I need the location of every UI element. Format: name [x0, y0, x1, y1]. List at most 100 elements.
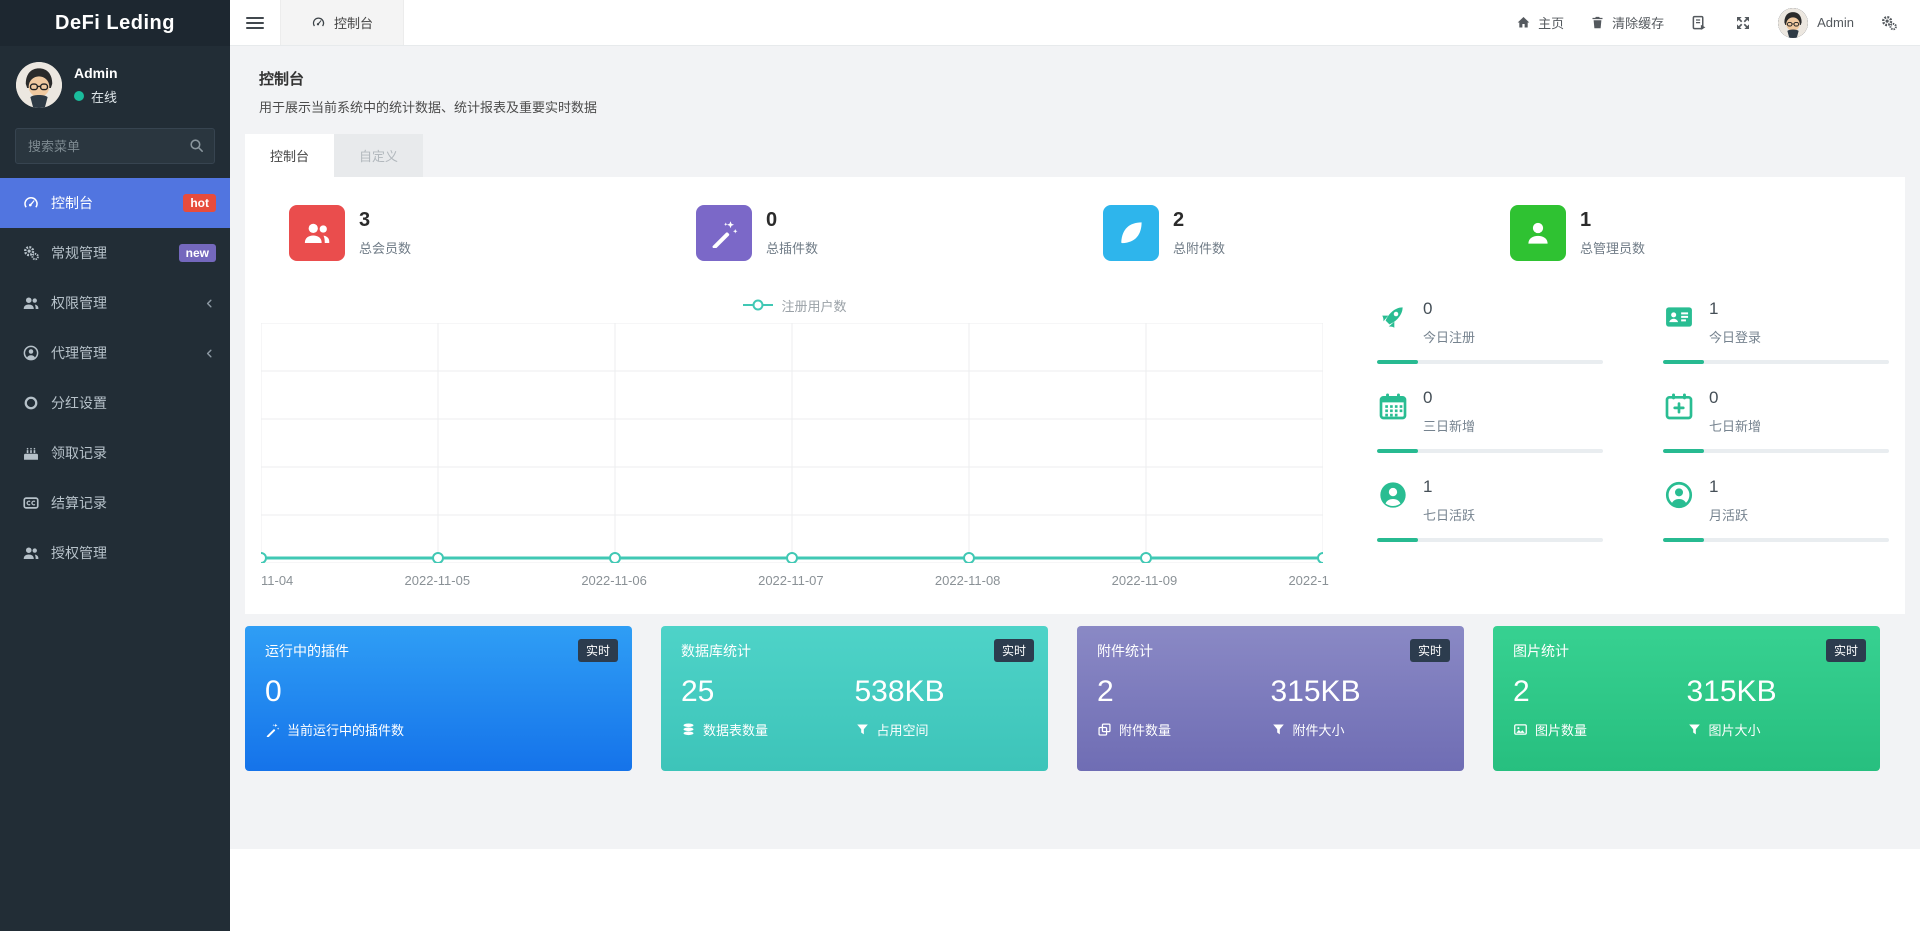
- mini-stat-month-active: 1 月活跃: [1663, 477, 1889, 542]
- stat-card-admins: 1 总管理员数: [1482, 205, 1889, 261]
- sidebar-nav: 控制台 hot 常规管理 new 权限管理 代理管理 分红设置 领取记录 结算记…: [0, 178, 230, 578]
- stat-card-plugins: 0 总插件数: [668, 205, 1075, 261]
- card-title: 图片统计: [1513, 643, 1569, 659]
- mini-label: 七日新增: [1709, 419, 1762, 434]
- sidebar-item-general[interactable]: 常规管理 new: [0, 228, 230, 278]
- legend-label: 注册用户数: [781, 298, 847, 314]
- card-footer-label: 当前运行中的插件数: [287, 723, 405, 738]
- settings-gears-icon[interactable]: [1880, 14, 1898, 32]
- user-avatar[interactable]: [16, 62, 62, 108]
- realtime-badge: 实时: [1825, 639, 1866, 662]
- avatar: [1778, 7, 1809, 38]
- new-badge: new: [178, 243, 216, 263]
- mini-value: 1: [1423, 477, 1433, 496]
- sidebar-toggle-button[interactable]: [230, 0, 280, 45]
- chevron-left-icon: [203, 347, 216, 360]
- topbar-tab-label: 控制台: [334, 16, 374, 31]
- card-big-value: 0: [265, 675, 282, 708]
- stat-value: 1: [1580, 209, 1592, 231]
- mini-label: 月活跃: [1709, 508, 1749, 523]
- card-title: 运行中的插件: [265, 643, 349, 659]
- image-icon: [1513, 722, 1528, 737]
- card-title: 数据库统计: [681, 643, 751, 659]
- tab-dashboard[interactable]: 控制台: [245, 134, 335, 177]
- card-footer-label: 附件数量: [1119, 723, 1172, 738]
- gauge-icon: [22, 194, 40, 212]
- stat-card-attachments: 2 总附件数: [1075, 205, 1482, 261]
- admin-menu[interactable]: Admin: [1778, 7, 1854, 38]
- realtime-badge: 实时: [1409, 639, 1450, 662]
- realtime-badge: 实时: [577, 639, 618, 662]
- mini-value: 0: [1423, 388, 1433, 407]
- magic-wand-icon: [265, 722, 280, 737]
- app-root: DeFi Leding Admin 在线 控制台 hot: [0, 0, 1920, 931]
- user-name: Admin: [74, 64, 118, 81]
- brand-logo[interactable]: DeFi Leding: [0, 0, 230, 46]
- sidebar-search: [15, 128, 215, 164]
- card-big-value: 25: [681, 675, 715, 708]
- mini-label: 今日注册: [1423, 330, 1476, 345]
- sidebar-item-authorization[interactable]: 授权管理: [0, 528, 230, 578]
- sidebar-item-label: 分红设置: [51, 395, 107, 411]
- user-icon: [1510, 205, 1566, 261]
- topbar-tab-dashboard[interactable]: 控制台: [280, 0, 405, 45]
- progress-bar: [1377, 538, 1603, 542]
- user-circle-icon: [22, 344, 40, 362]
- topbar: 控制台 主页 清除缓存 Admin: [230, 0, 1920, 46]
- menu-search-input[interactable]: [15, 128, 215, 164]
- users-icon: [22, 294, 40, 312]
- id-card-icon: [1663, 301, 1695, 333]
- content-tabs: 控制台 自定义: [245, 134, 1905, 177]
- main-area: 控制台 主页 清除缓存 Admin 控制台 用于展示当前系统中的统计数据、统计报…: [230, 0, 1920, 931]
- stat-value: 3: [359, 209, 371, 231]
- chart-legend[interactable]: 注册用户数: [261, 295, 1329, 315]
- sidebar-item-dashboard[interactable]: 控制台 hot: [0, 178, 230, 228]
- page-subtitle: 用于展示当前系统中的统计数据、统计报表及重要实时数据: [259, 100, 598, 115]
- mini-stats-grid: 0 今日注册 1 今日登录 0 三日新增 0 七日新增 1 七日活跃 1 月活跃: [1329, 295, 1889, 588]
- user-status: 在线: [74, 87, 118, 106]
- sidebar-item-settlement[interactable]: 结算记录: [0, 478, 230, 528]
- online-dot-icon: [74, 91, 84, 101]
- card-footer-label: 数据表数量: [703, 723, 769, 738]
- sidebar-item-permissions[interactable]: 权限管理: [0, 278, 230, 328]
- search-icon[interactable]: [188, 137, 205, 154]
- funnel-icon: [855, 722, 870, 737]
- stat-value: 0: [766, 209, 778, 231]
- home-link[interactable]: 主页: [1516, 13, 1564, 32]
- trash-icon: [1590, 15, 1605, 30]
- stat-value: 2: [1173, 209, 1185, 231]
- realtime-badge: 实时: [993, 639, 1034, 662]
- admin-username: Admin: [1817, 15, 1854, 30]
- x-axis-tick: 2022-11-06: [581, 573, 647, 588]
- mini-label: 今日登录: [1709, 330, 1762, 345]
- clear-cache-button[interactable]: 清除缓存: [1590, 13, 1664, 32]
- line-chart-plot[interactable]: [255, 322, 1329, 564]
- sidebar-item-dividend[interactable]: 分红设置: [0, 378, 230, 428]
- fullscreen-icon[interactable]: [1734, 14, 1752, 32]
- cogs-icon: [22, 244, 40, 262]
- sidebar-item-label: 常规管理: [51, 245, 107, 261]
- sidebar-item-claims[interactable]: 领取记录: [0, 428, 230, 478]
- mini-label: 七日活跃: [1423, 508, 1476, 523]
- summary-cards-row: 运行中的插件 实时 0 当前运行中的插件数 数据库统计 实时 25 数据表数量 …: [245, 626, 1905, 771]
- mini-stat-today-registered: 0 今日注册: [1377, 299, 1603, 364]
- x-axis-tick: 2022-11-07: [758, 573, 824, 588]
- sidebar-item-label: 结算记录: [51, 495, 107, 511]
- card-title: 附件统计: [1097, 643, 1153, 659]
- chart-x-axis-labels: 11-04 2022-11-05 2022-11-06 2022-11-07 2022-…: [261, 573, 1329, 588]
- sidebar-item-label: 领取记录: [51, 445, 107, 461]
- x-axis-tick: 2022-11-05: [404, 573, 471, 588]
- user-circle-outline-icon: [1663, 479, 1695, 511]
- sidebar-item-agents[interactable]: 代理管理: [0, 328, 230, 378]
- sidebar: DeFi Leding Admin 在线 控制台 hot: [0, 0, 230, 931]
- tab-custom[interactable]: 自定义: [334, 134, 424, 177]
- sidebar-user-panel: Admin 在线: [0, 46, 230, 118]
- card-database-stats: 数据库统计 实时 25 数据表数量 538KB 占用空间: [661, 626, 1048, 771]
- calendar-icon: [1377, 390, 1409, 422]
- user-status-label: 在线: [91, 89, 118, 105]
- log-switch-icon[interactable]: [1690, 14, 1708, 32]
- progress-bar: [1377, 449, 1603, 453]
- page-content: 控制台 用于展示当前系统中的统计数据、统计报表及重要实时数据 控制台 自定义 3…: [230, 46, 1920, 849]
- x-axis-tick: 2022-1: [1288, 573, 1329, 588]
- page-header: 控制台 用于展示当前系统中的统计数据、统计报表及重要实时数据: [245, 60, 1905, 126]
